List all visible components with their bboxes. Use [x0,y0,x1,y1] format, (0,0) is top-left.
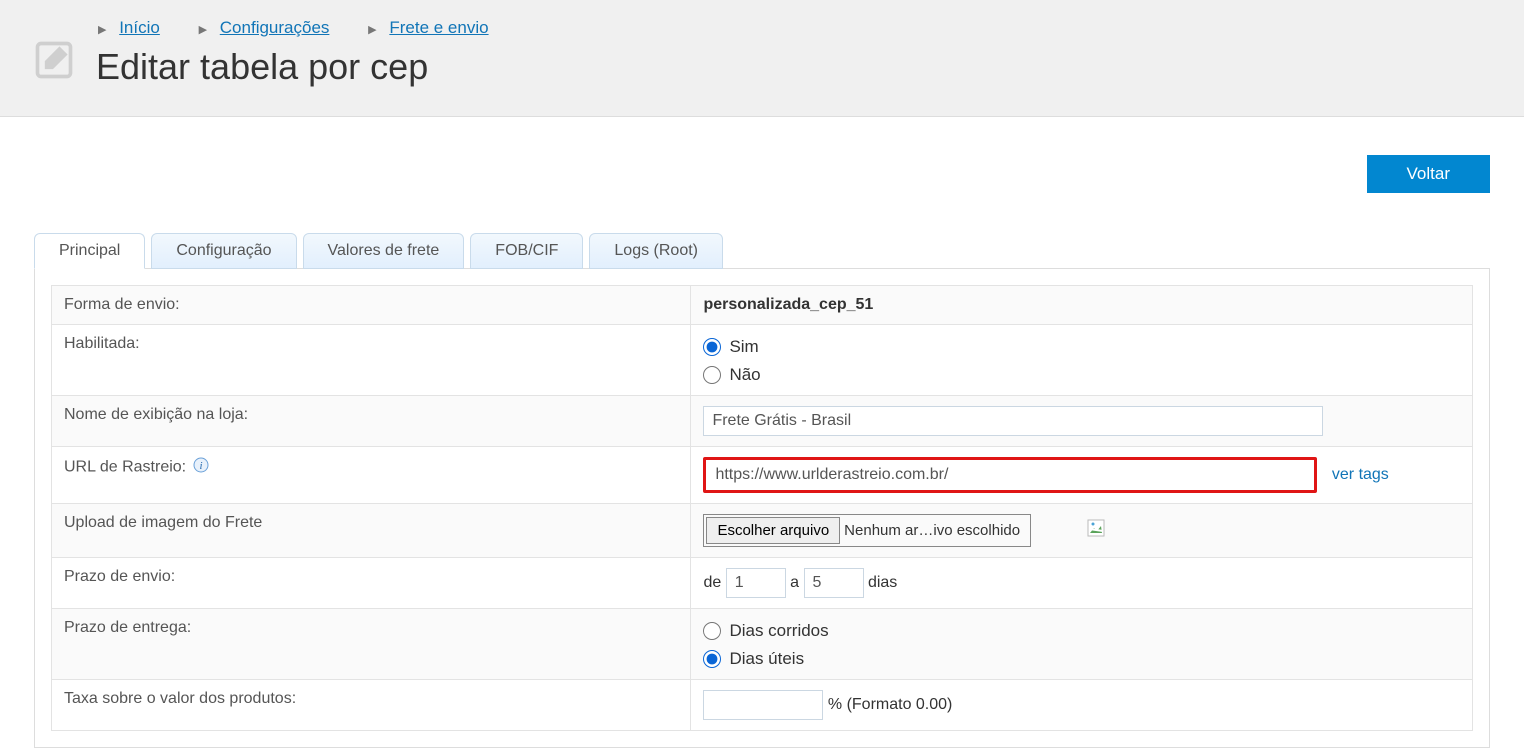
label-nome-exibicao: Nome de exibição na loja: [52,396,691,447]
breadcrumb-link-frete[interactable]: Frete e envio [389,18,488,37]
breadcrumb-link-configuracoes[interactable]: Configurações [220,18,330,37]
radio-label-uteis: Dias úteis [729,649,804,669]
highlight-url-rastreio [703,457,1317,493]
text-de: de [703,574,721,591]
file-status-text: Nenhum ar…ivo escolhido [840,522,1028,539]
radio-label-sim: Sim [729,337,758,357]
label-prazo-entrega: Prazo de entrega: [52,609,691,680]
radio-habilitada-sim[interactable] [703,338,721,356]
label-url-rastreio-text: URL de Rastreio: [64,459,186,476]
radio-dias-uteis[interactable] [703,650,721,668]
text-taxa-formato: % (Formato 0.00) [828,696,952,713]
chevron-right-icon: ▶ [98,24,106,36]
chevron-right-icon: ▶ [199,24,207,36]
tab-configuracao[interactable]: Configuração [151,233,296,269]
label-forma-envio: Forma de envio: [52,286,691,325]
tab-logs[interactable]: Logs (Root) [589,233,723,269]
input-prazo-max[interactable] [804,568,864,598]
input-prazo-min[interactable] [726,568,786,598]
voltar-button[interactable]: Voltar [1367,155,1490,193]
label-url-rastreio: URL de Rastreio: i [52,447,691,504]
label-taxa-valor: Taxa sobre o valor dos produtos: [52,680,691,731]
link-ver-tags[interactable]: ver tags [1332,466,1389,483]
form-panel: Forma de envio: personalizada_cep_51 Hab… [34,268,1490,748]
tab-valores-frete[interactable]: Valores de frete [303,233,465,269]
tab-fob-cif[interactable]: FOB/CIF [470,233,583,269]
radio-habilitada-nao[interactable] [703,366,721,384]
text-a: a [790,574,799,591]
tab-bar: Principal Configuração Valores de frete … [34,233,1490,269]
text-dias: dias [868,574,897,591]
breadcrumb: ▶ Início ▶ Configurações ▶ Frete e envio [96,18,1494,38]
page-header: ▶ Início ▶ Configurações ▶ Frete e envio… [0,0,1524,117]
tab-principal[interactable]: Principal [34,233,145,269]
edit-page-icon [30,38,78,87]
label-upload-imagem: Upload de imagem do Frete [52,504,691,558]
value-forma-envio: personalizada_cep_51 [691,286,1473,325]
chevron-right-icon: ▶ [368,24,376,36]
page-title: Editar tabela por cep [96,46,1494,88]
radio-label-nao: Não [729,365,760,385]
radio-dias-corridos[interactable] [703,622,721,640]
breadcrumb-link-inicio[interactable]: Início [119,18,160,37]
choose-file-button[interactable]: Escolher arquivo [706,517,840,544]
input-url-rastreio[interactable] [707,461,1313,489]
broken-image-icon [1087,519,1105,542]
input-taxa-valor[interactable] [703,690,823,720]
label-prazo-envio: Prazo de envio: [52,558,691,609]
svg-text:i: i [199,460,202,472]
info-icon[interactable]: i [193,457,209,478]
label-habilitada: Habilitada: [52,325,691,396]
input-nome-exibicao[interactable] [703,406,1323,436]
radio-label-corridos: Dias corridos [729,621,828,641]
